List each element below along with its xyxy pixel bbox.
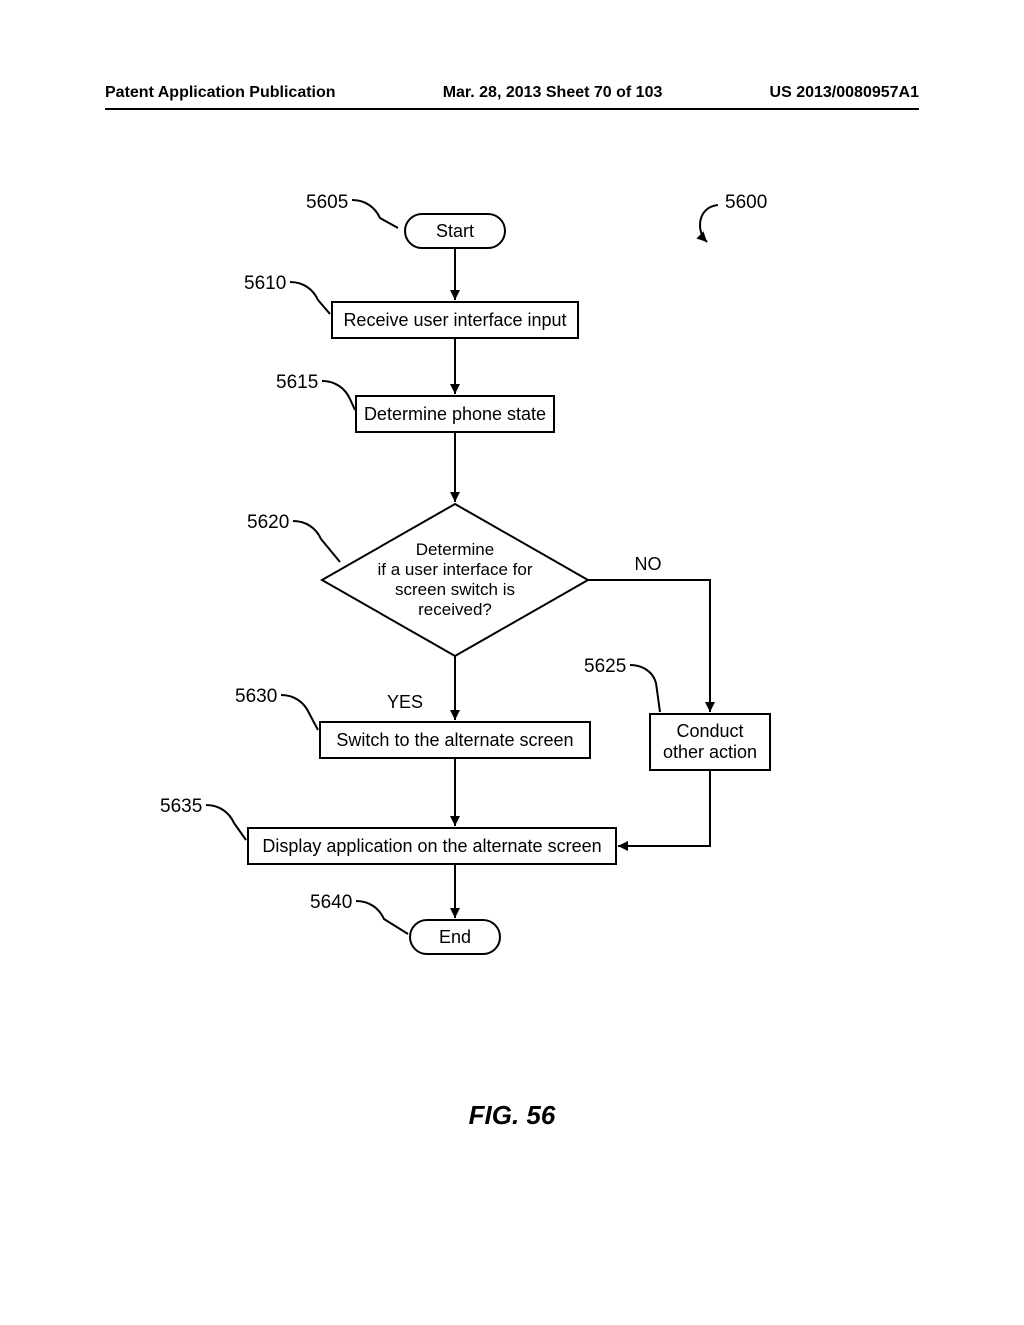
- overall-ref: 5600: [700, 192, 767, 242]
- decision-node: Determine if a user interface for screen…: [322, 504, 588, 656]
- conduct-l1: Conduct: [676, 721, 743, 741]
- arrow-decision-no: [588, 580, 710, 712]
- ref-5640-group: 5640: [310, 892, 408, 934]
- switch-node: Switch to the alternate screen: [320, 722, 590, 758]
- conduct-l2: other action: [663, 742, 757, 762]
- decision-l2: if a user interface for: [378, 560, 533, 579]
- ref-5640: 5640: [310, 892, 352, 913]
- start-node: Start: [405, 214, 505, 248]
- decision-l4: received?: [418, 600, 492, 619]
- state-node: Determine phone state: [356, 396, 554, 432]
- receive-text: Receive user interface input: [343, 310, 566, 330]
- display-text: Display application on the alternate scr…: [262, 836, 601, 856]
- ref-5635: 5635: [160, 796, 202, 817]
- state-text: Determine phone state: [364, 404, 546, 424]
- ref-5610-group: 5610: [244, 273, 330, 314]
- ref-5630: 5630: [235, 686, 277, 707]
- ref-5610: 5610: [244, 273, 286, 294]
- arrow-conduct-display: [618, 770, 710, 846]
- page: Patent Application Publication Mar. 28, …: [0, 0, 1024, 1320]
- display-node: Display application on the alternate scr…: [248, 828, 616, 864]
- ref-5620: 5620: [247, 512, 289, 533]
- ref-5600: 5600: [725, 192, 767, 213]
- ref-5625: 5625: [584, 656, 626, 677]
- decision-l1: Determine: [416, 540, 494, 559]
- yes-label: YES: [387, 692, 423, 712]
- ref-5615-group: 5615: [276, 372, 355, 410]
- start-text: Start: [436, 221, 474, 241]
- switch-text: Switch to the alternate screen: [336, 730, 573, 750]
- ref-5620-group: 5620: [247, 512, 340, 562]
- no-label: NO: [635, 554, 662, 574]
- decision-l3: screen switch is: [395, 580, 515, 599]
- conduct-node: Conduct other action: [650, 714, 770, 770]
- ref-5630-group: 5630: [235, 686, 318, 730]
- end-node: End: [410, 920, 500, 954]
- end-text: End: [439, 927, 471, 947]
- ref-5605-group: 5605: [306, 192, 398, 228]
- ref-5605: 5605: [306, 192, 348, 213]
- ref-5615: 5615: [276, 372, 318, 393]
- ref-5625-group: 5625: [584, 656, 660, 712]
- figure-caption: FIG. 56: [0, 1100, 1024, 1131]
- ref-5635-group: 5635: [160, 796, 246, 840]
- receive-node: Receive user interface input: [332, 302, 578, 338]
